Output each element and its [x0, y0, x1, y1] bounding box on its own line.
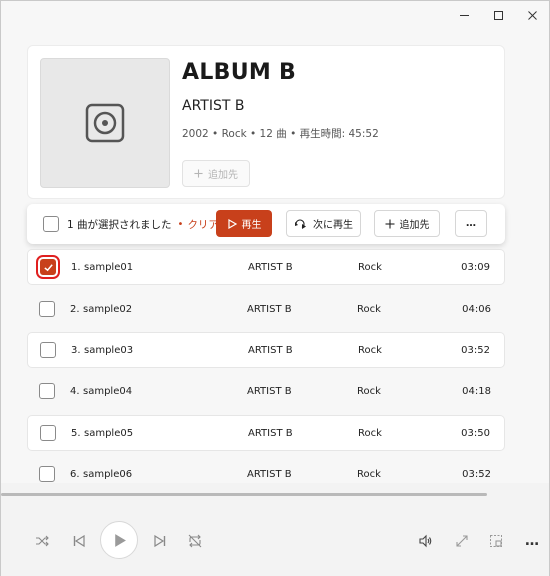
more-icon: … — [525, 533, 539, 549]
track-artist[interactable]: ARTIST B — [247, 386, 292, 397]
minimize-button[interactable] — [447, 1, 481, 29]
track-number: 4. — [70, 385, 80, 397]
minimize-icon — [459, 14, 469, 16]
track-row[interactable]: 4. sample04 ARTIST B Rock 04:18 — [27, 373, 505, 409]
track-checkbox[interactable] — [39, 383, 55, 399]
album-meta: 2002 • Rock • 12 曲 • 再生時間: 45:52 — [182, 128, 379, 140]
next-icon — [154, 534, 166, 548]
track-title: sample04 — [83, 385, 133, 397]
track-row[interactable]: 2. sample02 ARTIST B Rock 04:06 — [27, 291, 505, 327]
repeat-icon — [188, 534, 202, 548]
fullscreen-button[interactable] — [453, 533, 471, 549]
album-title: ALBUM B — [182, 60, 297, 85]
checkmark-icon — [43, 263, 53, 271]
track-duration: 04:06 — [462, 303, 491, 315]
track-artist[interactable]: ARTIST B — [248, 345, 293, 356]
more-options-button[interactable]: … — [455, 210, 487, 237]
add-to-label: 追加先 — [399, 220, 430, 231]
volume-button[interactable] — [417, 533, 435, 549]
clear-selection-link[interactable]: クリア — [187, 217, 219, 232]
track-title: sample01 — [84, 261, 134, 273]
track-checkbox[interactable] — [39, 301, 55, 317]
track-genre: Rock — [357, 385, 381, 397]
track-checkbox[interactable] — [39, 466, 55, 482]
track-row[interactable]: 5. sample05 ARTIST B Rock 03:50 — [27, 415, 505, 451]
play-button[interactable]: 再生 — [216, 210, 272, 237]
add-to-button-disabled: 追加先 — [182, 160, 250, 187]
track-checkbox[interactable] — [40, 425, 56, 441]
album-header: ALBUM B ARTIST B 2002 • Rock • 12 曲 • 再生… — [27, 45, 505, 199]
previous-icon — [73, 534, 85, 548]
music-player-window: ALBUM B ARTIST B 2002 • Rock • 12 曲 • 再生… — [0, 0, 550, 576]
track-duration: 03:52 — [461, 344, 490, 356]
plus-icon — [385, 219, 394, 228]
play-next-icon — [295, 218, 306, 229]
track-title: sample06 — [83, 468, 133, 480]
selection-toolbar: 1 曲が選択されました • クリア 再生 次に再生 追加先 … — [27, 204, 505, 244]
album-cover-placeholder-icon — [85, 103, 125, 143]
track-number: 3. — [71, 344, 81, 356]
track-genre: Rock — [357, 468, 381, 480]
track-duration: 03:09 — [461, 261, 490, 273]
track-number: 2. — [70, 303, 80, 315]
track-duration: 04:18 — [462, 385, 491, 397]
track-number: 6. — [70, 468, 80, 480]
maximize-icon — [493, 10, 503, 20]
track-artist[interactable]: ARTIST B — [247, 304, 292, 315]
maximize-button[interactable] — [481, 1, 515, 29]
mini-player-icon — [490, 535, 502, 547]
album-artist-link[interactable]: ARTIST B — [182, 98, 244, 114]
selection-count: 1 曲が選択されました — [67, 218, 172, 231]
more-icon: … — [466, 218, 476, 229]
track-number: 5. — [71, 427, 81, 439]
player-bar: … — [1, 483, 549, 576]
play-icon — [114, 533, 126, 547]
seek-bar[interactable] — [1, 493, 487, 496]
shuffle-button[interactable] — [33, 533, 51, 549]
album-cover — [40, 58, 170, 188]
track-duration: 03:52 — [462, 468, 491, 480]
track-artist[interactable]: ARTIST B — [248, 428, 293, 439]
player-more-button[interactable]: … — [523, 533, 541, 549]
fullscreen-icon — [456, 535, 468, 547]
close-button[interactable] — [515, 1, 549, 29]
track-row[interactable]: 1. sample01 ARTIST B Rock 03:09 — [27, 249, 505, 285]
mini-player-button[interactable] — [487, 533, 505, 549]
play-icon — [227, 218, 237, 229]
add-to-button[interactable]: 追加先 — [374, 210, 440, 237]
track-artist[interactable]: ARTIST B — [248, 262, 293, 273]
title-bar — [447, 1, 549, 31]
repeat-button[interactable] — [186, 533, 204, 549]
play-next-button[interactable]: 次に再生 — [286, 210, 361, 237]
track-row[interactable]: 3. sample03 ARTIST B Rock 03:52 — [27, 332, 505, 368]
next-button[interactable] — [152, 533, 168, 549]
plus-icon — [194, 169, 203, 178]
selection-separator: • — [177, 218, 184, 230]
track-title: sample03 — [84, 344, 134, 356]
track-genre: Rock — [358, 427, 382, 439]
track-genre: Rock — [357, 303, 381, 315]
track-title: sample02 — [83, 303, 133, 315]
volume-icon — [419, 534, 432, 548]
previous-button[interactable] — [71, 533, 87, 549]
select-all-checkbox[interactable] — [43, 216, 59, 232]
shuffle-icon — [36, 535, 49, 547]
track-number: 1. — [71, 261, 81, 273]
play-next-label: 次に再生 — [313, 220, 353, 231]
track-checkbox[interactable] — [36, 255, 60, 279]
play-label: 再生 — [241, 220, 262, 231]
track-genre: Rock — [358, 344, 382, 356]
close-icon — [527, 10, 537, 20]
add-to-label: 追加先 — [208, 170, 238, 181]
track-artist[interactable]: ARTIST B — [247, 469, 292, 480]
track-genre: Rock — [358, 261, 382, 273]
track-duration: 03:50 — [461, 427, 490, 439]
track-title: sample05 — [84, 427, 134, 439]
track-checkbox[interactable] — [40, 342, 56, 358]
main-play-button[interactable] — [100, 521, 138, 559]
